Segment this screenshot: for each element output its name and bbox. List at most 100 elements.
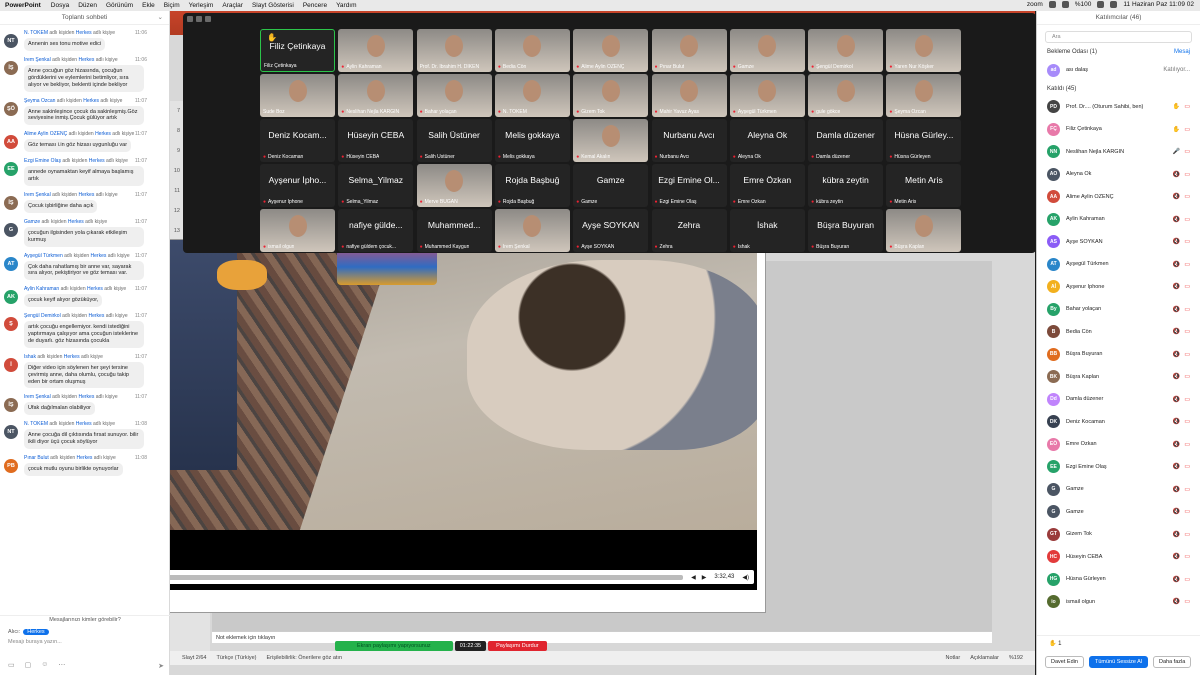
- sender-name[interactable]: N. TOKEM: [24, 421, 48, 427]
- participant-row[interactable]: AK Aylin Kahraman 🔇 ▭: [1037, 208, 1200, 231]
- participant-status-icon[interactable]: ✋: [1173, 126, 1180, 133]
- participant-status-icon[interactable]: 🔇: [1173, 216, 1180, 223]
- participant-row[interactable]: GT Gizem Tok 🔇 ▭: [1037, 523, 1200, 546]
- participant-video-tile[interactable]: Büşra Buyuran ● Büşra Buyuran: [808, 209, 884, 252]
- camera-off-icon[interactable]: ▭: [1184, 126, 1190, 133]
- participant-video-tile[interactable]: Deniz Kocam... ● Deniz Kocaman: [260, 119, 335, 162]
- mute-all-button[interactable]: Tümünü Sessize Al: [1089, 656, 1149, 668]
- menu-item[interactable]: Araçlar: [222, 2, 243, 9]
- grid-icon[interactable]: [205, 16, 211, 22]
- sender-name[interactable]: Ayşegül Türkmen: [24, 253, 63, 259]
- camera-off-icon[interactable]: ▭: [1184, 148, 1190, 155]
- camera-off-icon[interactable]: ▭: [1184, 283, 1190, 290]
- participant-video-tile[interactable]: Metin Aris ● Metin Aris: [886, 164, 962, 207]
- participant-video-tile[interactable]: ● Ayşegül Türkmen: [729, 74, 805, 117]
- wifi-icon[interactable]: [1061, 1, 1069, 8]
- participant-row[interactable]: io ismail olgun 🔇 ▭: [1037, 591, 1200, 614]
- participant-row[interactable]: B Bedia Cön 🔇 ▭: [1037, 321, 1200, 344]
- comments-button[interactable]: Açıklamalar: [970, 655, 999, 661]
- sender-name[interactable]: İshak: [24, 354, 36, 360]
- participant-row[interactable]: DK Deniz Kocaman 🔇 ▭: [1037, 411, 1200, 434]
- battery-level[interactable]: %100: [1075, 1, 1092, 8]
- menu-item[interactable]: Düzen: [78, 2, 97, 9]
- camera-off-icon[interactable]: ▭: [1184, 531, 1190, 538]
- notes-pane[interactable]: Not eklemek için tıklayın: [212, 631, 992, 643]
- participant-video-tile[interactable]: ● Mahir Yavuz Ayas: [651, 74, 727, 117]
- participant-video-tile[interactable]: ● Merve BUĞAN: [416, 164, 492, 207]
- participant-row[interactable]: HC Hüseyin CEBA 🔇 ▭: [1037, 546, 1200, 569]
- participant-video-tile[interactable]: Ayşenur İpho... ● Ayşenur İphone: [260, 164, 335, 207]
- emoji-icon[interactable]: ☺: [41, 661, 48, 669]
- camera-off-icon[interactable]: ▭: [1184, 508, 1190, 515]
- participant-video-tile[interactable]: kübra zeytin ● kübra zeytin: [808, 164, 884, 207]
- participant-video-tile[interactable]: ● İrem Şenkal: [494, 209, 570, 252]
- language[interactable]: Türkçe (Türkiye): [216, 655, 256, 661]
- participant-video-tile[interactable]: Hüsna Gürley... ● Hüsna Gürleyen: [886, 119, 962, 162]
- menu-item[interactable]: Yardım: [336, 2, 356, 9]
- participant-row[interactable]: EÖ Emre Özkan 🔇 ▭: [1037, 433, 1200, 456]
- participant-video-tile[interactable]: ● Bahar yolaçan: [416, 74, 492, 117]
- participant-status-icon[interactable]: 🔇: [1173, 396, 1180, 403]
- video-player[interactable]: ▶ ◀ ▶ 3:32,43 ◀): [137, 240, 757, 590]
- participant-status-icon[interactable]: 🔇: [1173, 328, 1180, 335]
- chat-message-list[interactable]: NT N. TOKEM adlı kişiden Herkes adlı kişi…: [0, 27, 170, 615]
- camera-off-icon[interactable]: ▭: [1184, 261, 1190, 268]
- camera-off-icon[interactable]: ▭: [1184, 598, 1190, 605]
- notes-button[interactable]: Notlar: [946, 655, 961, 661]
- participant-status-icon[interactable]: 🎤: [1173, 148, 1180, 155]
- menu-item[interactable]: Pencere: [303, 2, 327, 9]
- participant-video-tile[interactable]: ● Pınar Bulut: [651, 29, 727, 72]
- participant-status-icon[interactable]: 🔇: [1173, 463, 1180, 470]
- file-icon[interactable]: ▢: [25, 661, 32, 669]
- participant-row[interactable]: HG Hüsna Gürleyen 🔇 ▭: [1037, 568, 1200, 591]
- waiting-room-header[interactable]: Bekleme Odası (1) Mesaj: [1047, 49, 1190, 55]
- participant-video-tile[interactable]: Melis gokkaya ● Melis gokkaya: [494, 119, 570, 162]
- sender-name[interactable]: İrem Şenkal: [24, 192, 51, 198]
- participant-row[interactable]: EE Ezgi Emine Olaş 🔇 ▭: [1037, 456, 1200, 479]
- participant-video-tile[interactable]: ● Kemal Akalın: [573, 119, 649, 162]
- stop-share-button[interactable]: Paylaşımı Durdur: [488, 641, 547, 651]
- participant-row[interactable]: G Gamze 🔇 ▭: [1037, 501, 1200, 524]
- volume-icon[interactable]: ◀): [742, 574, 749, 581]
- participant-status-icon[interactable]: 🔇: [1173, 441, 1180, 448]
- participant-video-tile[interactable]: ● ismail olgun: [260, 209, 335, 252]
- zoom-status[interactable]: zoom: [1027, 1, 1043, 8]
- waiting-participant[interactable]: ad ası dalaş Katılıyor...: [1037, 59, 1200, 82]
- participant-video-tile[interactable]: Salih Üstüner ● Salih Üstüner: [416, 119, 492, 162]
- participant-list[interactable]: PD Prof. Dr.... (Oturum Sahibi, ben) ✋ ▭ FÇ F…: [1037, 96, 1200, 614]
- participant-row[interactable]: NN Neslihan Nejla KARGIN 🎤 ▭: [1037, 141, 1200, 164]
- participant-row[interactable]: AO Aleyna Ok 🔇 ▭: [1037, 163, 1200, 186]
- menu-item[interactable]: Görünüm: [106, 2, 133, 9]
- participant-row[interactable]: By Bahar yolaçan 🔇 ▭: [1037, 298, 1200, 321]
- participant-video-tile[interactable]: Ayşe SOYKAN ● Ayşe SOYKAN: [573, 209, 649, 252]
- participant-video-tile[interactable]: ● Büşra Kaplan: [886, 209, 962, 252]
- sender-name[interactable]: Şengül Demirkol: [24, 313, 61, 319]
- more-icon[interactable]: ⋯: [58, 661, 65, 669]
- menubar-clock[interactable]: 11 Haziran Paz 11:09 02: [1123, 1, 1194, 8]
- participant-video-tile[interactable]: nafiye gülde... ● nafiye güldem çocuk...: [338, 209, 414, 252]
- camera-off-icon[interactable]: ▭: [1184, 463, 1190, 470]
- participant-status-icon[interactable]: 🔇: [1173, 171, 1180, 178]
- participant-row[interactable]: BK Büşra Kaplan 🔇 ▭: [1037, 366, 1200, 389]
- sender-name[interactable]: Ezgi Emine Olaş: [24, 158, 61, 164]
- search-icon[interactable]: [1110, 1, 1118, 8]
- participant-video-tile[interactable]: Nurbanu Avcı ● Nurbanu Avcı: [651, 119, 727, 162]
- participant-row[interactable]: AT Ayşegül Türkmen 🔇 ▭: [1037, 253, 1200, 276]
- participant-status-icon[interactable]: ✋: [1173, 103, 1180, 110]
- participant-video-tile[interactable]: Zehra ● Zehra: [651, 209, 727, 252]
- invite-button[interactable]: Davet Edin: [1045, 656, 1084, 668]
- camera-off-icon[interactable]: ▭: [1184, 441, 1190, 448]
- participant-status-icon[interactable]: 🔇: [1173, 238, 1180, 245]
- menu-item[interactable]: Ekle: [142, 2, 155, 9]
- participant-video-tile[interactable]: ● gule gökce: [808, 74, 884, 117]
- sender-name[interactable]: Pınar Bulut: [24, 455, 49, 461]
- participant-video-tile[interactable]: ● Şeyma Özcan: [886, 74, 962, 117]
- participant-video-tile[interactable]: Ezgi Emine Ol... ● Ezgi Emine Olaş: [651, 164, 727, 207]
- view-icon[interactable]: [196, 16, 202, 22]
- participant-status-icon[interactable]: 🔇: [1173, 193, 1180, 200]
- menu-item[interactable]: Biçim: [164, 2, 180, 9]
- participant-video-tile[interactable]: Damla düzener ● Damla düzener: [808, 119, 884, 162]
- participant-status-icon[interactable]: 🔇: [1173, 283, 1180, 290]
- sender-name[interactable]: Alime Aylin ÖZENÇ: [24, 131, 67, 137]
- camera-off-icon[interactable]: ▭: [1184, 216, 1190, 223]
